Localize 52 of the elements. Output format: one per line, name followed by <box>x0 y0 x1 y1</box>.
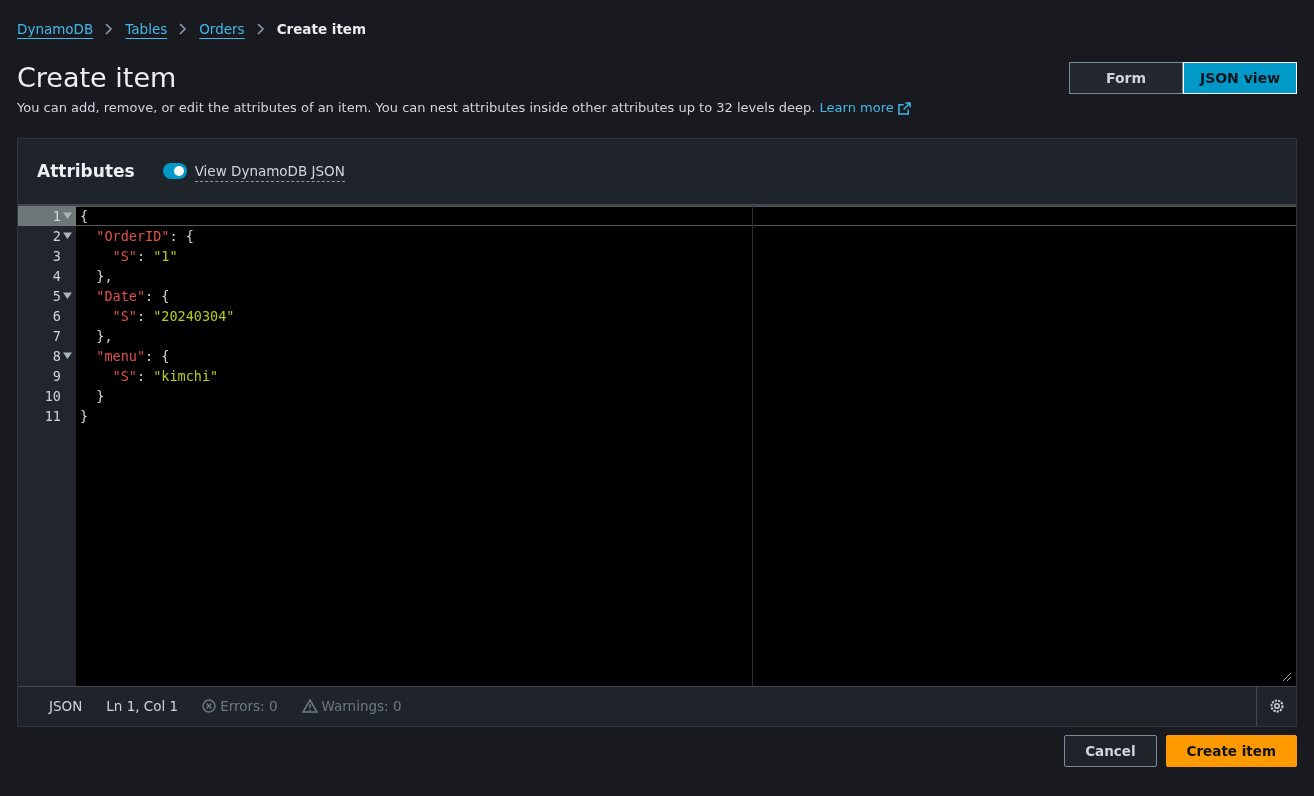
code-line: }, <box>95 326 114 346</box>
external-link-icon <box>897 102 911 116</box>
code-line: "S": "20240304" <box>111 306 236 326</box>
resize-handle-icon[interactable] <box>1282 671 1292 682</box>
switch-label[interactable]: View DynamoDB JSON <box>194 160 345 182</box>
error-icon <box>202 699 217 714</box>
code-editor[interactable]: { "OrderID": { "S": "1" }, "Date": { "S": "20240304" }, "menu": { "S": "kimchi" } } <box>76 205 1296 686</box>
code-line: { <box>76 205 1296 226</box>
code-line: "OrderID": { <box>95 226 195 246</box>
breadcrumb-current: Create item <box>276 19 367 39</box>
create-button[interactable]: Create item <box>1165 734 1297 767</box>
breadcrumb-link[interactable]: Tables <box>125 18 168 40</box>
toggle-switch[interactable] <box>162 163 187 180</box>
line-number: 6 <box>52 306 61 326</box>
chevron-icon <box>256 23 265 35</box>
code-line: "menu": { <box>95 346 171 366</box>
code-line: } <box>95 386 106 406</box>
code-line: }, <box>95 266 114 286</box>
panel-heading: Attributes <box>37 161 135 182</box>
line-number: 5 <box>52 286 61 306</box>
chevron-icon <box>105 23 114 35</box>
warning-count: Warnings: 0 <box>321 697 402 717</box>
page-title: Create item <box>17 62 178 95</box>
warning-icon <box>301 699 318 714</box>
line-number: 11 <box>44 406 61 426</box>
line-number: 2 <box>52 226 61 246</box>
breadcrumb-link[interactable]: DynamoDB <box>17 18 94 40</box>
line-number: 4 <box>52 266 61 286</box>
code-line: "S": "kimchi" <box>111 366 220 386</box>
line-number: 1 <box>52 206 61 226</box>
chevron-icon <box>179 23 188 35</box>
fold-arrow-icon[interactable] <box>63 351 72 361</box>
line-number: 9 <box>52 366 61 386</box>
description: You can add, remove, or edit the attributes of an item. You can nest attributes inside other attributes up to 32 levels deep. <box>17 100 817 116</box>
segment-tab[interactable]: Form <box>1069 62 1183 94</box>
line-number: 8 <box>52 346 61 366</box>
line-number: 10 <box>44 386 61 406</box>
code-line: } <box>79 406 90 426</box>
code-line: "S": "1" <box>111 246 179 266</box>
breadcrumb-link[interactable]: Orders <box>199 18 245 40</box>
fold-arrow-icon[interactable] <box>63 291 72 301</box>
language-label: JSON <box>47 697 84 717</box>
error-count: Errors: 0 <box>220 697 278 717</box>
segment-tab[interactable]: JSON view <box>1183 62 1297 94</box>
fold-arrow-icon[interactable] <box>63 231 72 241</box>
line-number: 3 <box>52 246 61 266</box>
cancel-button[interactable]: Cancel <box>1064 734 1157 767</box>
learn-more-link[interactable]: Learn more <box>819 100 911 116</box>
settings-icon[interactable] <box>1268 698 1285 715</box>
cursor-position: Ln 1, Col 1 <box>105 697 180 717</box>
line-number: 7 <box>52 326 61 346</box>
code-line: "Date": { <box>95 286 171 306</box>
